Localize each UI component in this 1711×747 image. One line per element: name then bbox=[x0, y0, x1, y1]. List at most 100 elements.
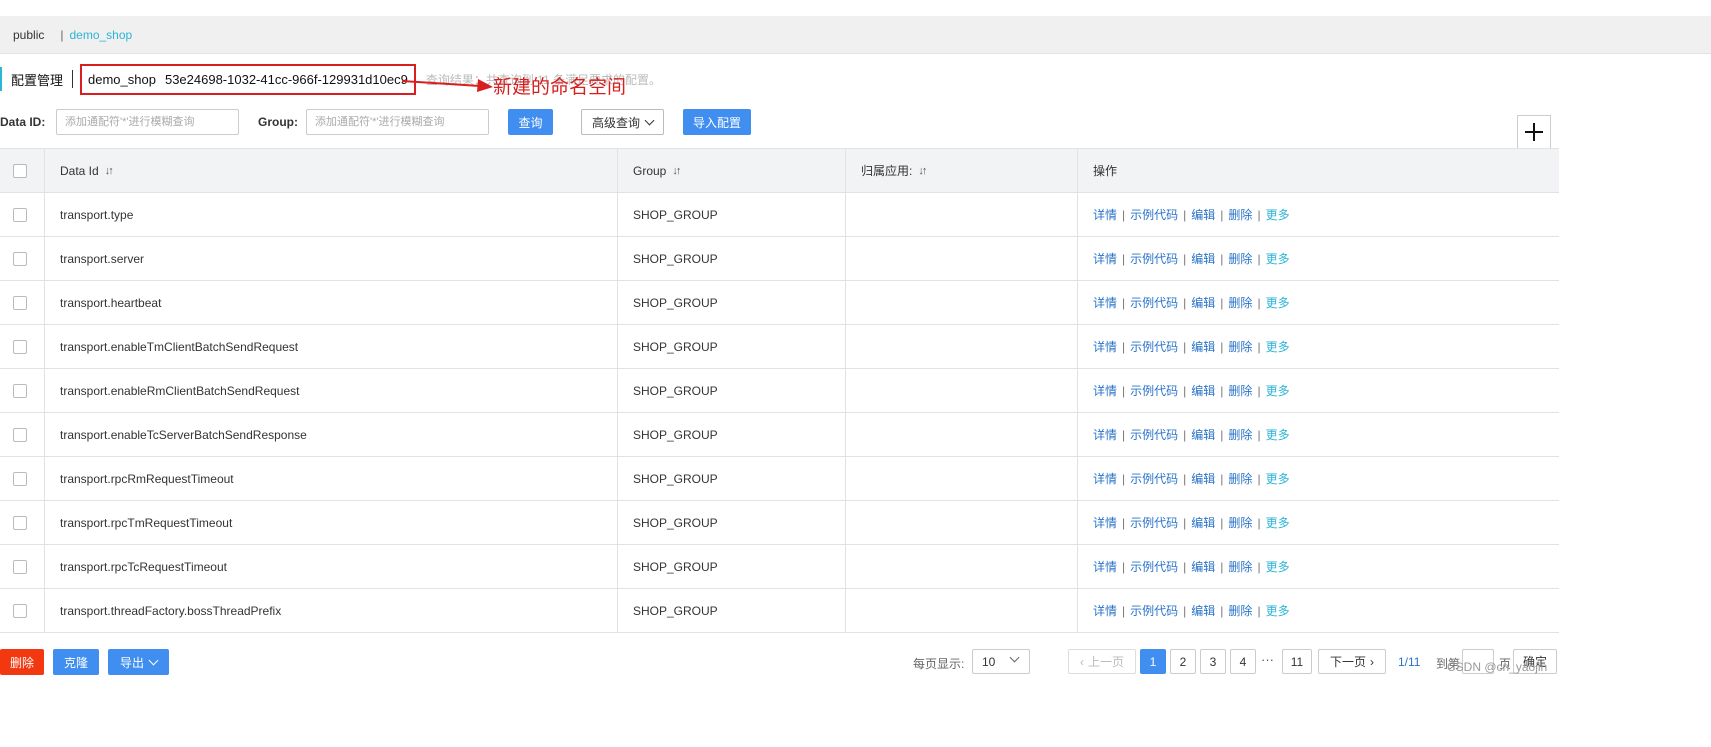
sort-icon[interactable]: ↓↑ bbox=[672, 165, 681, 177]
select-all-checkbox[interactable] bbox=[13, 163, 27, 178]
advanced-query-label: 高级查询 bbox=[591, 115, 640, 130]
delete-link[interactable]: 删除 bbox=[1228, 470, 1252, 487]
header-group[interactable]: Group ↓↑ bbox=[618, 149, 846, 192]
details-link[interactable]: 详情 bbox=[1093, 206, 1117, 223]
more-link[interactable]: 更多 bbox=[1266, 382, 1290, 399]
delete-link[interactable]: 删除 bbox=[1228, 514, 1252, 531]
sample-code-link[interactable]: 示例代码 bbox=[1130, 206, 1178, 223]
details-link[interactable]: 详情 bbox=[1093, 382, 1117, 399]
namespace-public[interactable]: public bbox=[13, 28, 44, 42]
sort-icon[interactable]: ↓↑ bbox=[918, 165, 927, 177]
edit-link[interactable]: 编辑 bbox=[1191, 382, 1215, 399]
row-checkbox-cell bbox=[0, 193, 45, 236]
more-link[interactable]: 更多 bbox=[1266, 514, 1290, 531]
edit-link[interactable]: 编辑 bbox=[1191, 294, 1215, 311]
app-cell bbox=[846, 281, 1078, 324]
select-all-cell bbox=[0, 149, 45, 192]
advanced-query-button[interactable]: 高级查询 bbox=[581, 109, 664, 135]
data-id-cell: transport.threadFactory.bossThreadPrefix bbox=[45, 589, 618, 632]
details-link[interactable]: 详情 bbox=[1093, 250, 1117, 267]
row-checkbox[interactable] bbox=[13, 339, 27, 354]
details-link[interactable]: 详情 bbox=[1093, 294, 1117, 311]
sort-icon[interactable]: ↓↑ bbox=[105, 165, 114, 177]
operation-separator: | bbox=[1220, 339, 1224, 354]
edit-link[interactable]: 编辑 bbox=[1191, 558, 1215, 575]
details-link[interactable]: 详情 bbox=[1093, 470, 1117, 487]
edit-link[interactable]: 编辑 bbox=[1191, 426, 1215, 443]
row-checkbox[interactable] bbox=[13, 603, 27, 618]
more-link[interactable]: 更多 bbox=[1266, 602, 1290, 619]
edit-link[interactable]: 编辑 bbox=[1191, 514, 1215, 531]
details-link[interactable]: 详情 bbox=[1093, 602, 1117, 619]
page-button-1[interactable]: 1 bbox=[1140, 649, 1166, 674]
sample-code-link[interactable]: 示例代码 bbox=[1130, 250, 1178, 267]
more-link[interactable]: 更多 bbox=[1266, 426, 1290, 443]
row-checkbox[interactable] bbox=[13, 383, 27, 398]
pagination-ellipsis: ··· bbox=[1261, 652, 1274, 667]
row-checkbox[interactable] bbox=[13, 295, 27, 310]
operation-separator: | bbox=[1183, 207, 1187, 222]
bulk-delete-button[interactable]: 删除 bbox=[0, 649, 44, 675]
group-input[interactable] bbox=[306, 109, 489, 135]
add-config-button[interactable] bbox=[1517, 115, 1551, 149]
more-link[interactable]: 更多 bbox=[1266, 558, 1290, 575]
more-link[interactable]: 更多 bbox=[1266, 250, 1290, 267]
row-checkbox[interactable] bbox=[13, 207, 27, 222]
group-label: Group: bbox=[258, 115, 298, 129]
sample-code-link[interactable]: 示例代码 bbox=[1130, 338, 1178, 355]
data-id-input[interactable] bbox=[56, 109, 239, 135]
details-link[interactable]: 详情 bbox=[1093, 426, 1117, 443]
app-cell bbox=[846, 457, 1078, 500]
page-button-last[interactable]: 11 bbox=[1282, 649, 1312, 674]
row-checkbox[interactable] bbox=[13, 471, 27, 486]
delete-link[interactable]: 删除 bbox=[1228, 558, 1252, 575]
page-size-select[interactable]: 10 bbox=[972, 649, 1030, 674]
operation-separator: | bbox=[1220, 295, 1224, 310]
edit-link[interactable]: 编辑 bbox=[1191, 602, 1215, 619]
clone-button[interactable]: 克隆 bbox=[53, 649, 99, 675]
import-config-button[interactable]: 导入配置 bbox=[683, 109, 751, 135]
row-checkbox[interactable] bbox=[13, 251, 27, 266]
edit-link[interactable]: 编辑 bbox=[1191, 338, 1215, 355]
sample-code-link[interactable]: 示例代码 bbox=[1130, 514, 1178, 531]
page-button-3[interactable]: 3 bbox=[1200, 649, 1226, 674]
query-button[interactable]: 查询 bbox=[508, 109, 553, 135]
details-link[interactable]: 详情 bbox=[1093, 338, 1117, 355]
data-id-cell: transport.enableTcServerBatchSendRespons… bbox=[45, 413, 618, 456]
more-link[interactable]: 更多 bbox=[1266, 206, 1290, 223]
delete-link[interactable]: 删除 bbox=[1228, 602, 1252, 619]
row-checkbox[interactable] bbox=[13, 515, 27, 530]
prev-page-button[interactable]: ‹ 上一页 bbox=[1068, 649, 1136, 674]
delete-link[interactable]: 删除 bbox=[1228, 250, 1252, 267]
sample-code-link[interactable]: 示例代码 bbox=[1130, 382, 1178, 399]
row-checkbox[interactable] bbox=[13, 427, 27, 442]
sample-code-link[interactable]: 示例代码 bbox=[1130, 558, 1178, 575]
namespace-demo-shop[interactable]: demo_shop bbox=[69, 28, 132, 42]
header-app[interactable]: 归属应用: ↓↑ bbox=[846, 149, 1078, 192]
more-link[interactable]: 更多 bbox=[1266, 294, 1290, 311]
edit-link[interactable]: 编辑 bbox=[1191, 206, 1215, 223]
edit-link[interactable]: 编辑 bbox=[1191, 250, 1215, 267]
delete-link[interactable]: 删除 bbox=[1228, 338, 1252, 355]
next-page-button[interactable]: 下一页 › bbox=[1318, 649, 1386, 674]
sample-code-link[interactable]: 示例代码 bbox=[1130, 602, 1178, 619]
delete-link[interactable]: 删除 bbox=[1228, 382, 1252, 399]
sample-code-link[interactable]: 示例代码 bbox=[1130, 470, 1178, 487]
row-checkbox[interactable] bbox=[13, 559, 27, 574]
sample-code-link[interactable]: 示例代码 bbox=[1130, 426, 1178, 443]
delete-link[interactable]: 删除 bbox=[1228, 206, 1252, 223]
delete-link[interactable]: 删除 bbox=[1228, 294, 1252, 311]
details-link[interactable]: 详情 bbox=[1093, 514, 1117, 531]
header-data-id[interactable]: Data Id ↓↑ bbox=[45, 149, 618, 192]
more-link[interactable]: 更多 bbox=[1266, 338, 1290, 355]
delete-link[interactable]: 删除 bbox=[1228, 426, 1252, 443]
page-button-2[interactable]: 2 bbox=[1170, 649, 1196, 674]
page-button-4[interactable]: 4 bbox=[1230, 649, 1256, 674]
details-link[interactable]: 详情 bbox=[1093, 558, 1117, 575]
edit-link[interactable]: 编辑 bbox=[1191, 470, 1215, 487]
data-id-cell: transport.enableTmClientBatchSendRequest bbox=[45, 325, 618, 368]
operation-separator: | bbox=[1183, 295, 1187, 310]
sample-code-link[interactable]: 示例代码 bbox=[1130, 294, 1178, 311]
more-link[interactable]: 更多 bbox=[1266, 470, 1290, 487]
export-button[interactable]: 导出 bbox=[108, 649, 169, 675]
